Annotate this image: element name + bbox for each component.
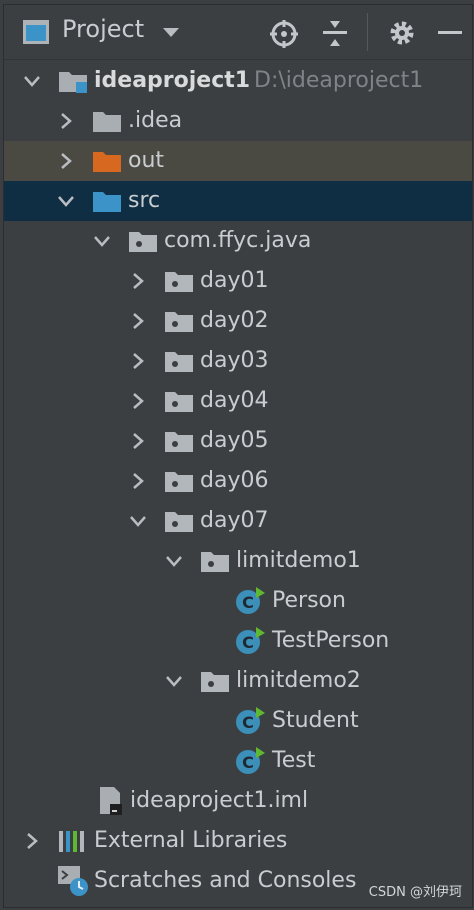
tree-row-class-test[interactable]: C Test — [4, 741, 472, 781]
package-label: day07 — [200, 508, 269, 533]
folder-label: .idea — [128, 108, 183, 133]
tree-row-out[interactable]: out — [4, 141, 472, 181]
chevron-down-icon[interactable] — [164, 551, 184, 571]
package-icon — [165, 272, 193, 292]
tree-row-package[interactable]: com.ffyc.java — [4, 221, 472, 261]
chevron-down-icon[interactable] — [92, 231, 112, 251]
package-icon — [201, 552, 229, 572]
tree-row-class-testperson[interactable]: C TestPerson — [4, 621, 472, 661]
chevron-down-icon[interactable] — [128, 511, 148, 531]
package-label: day02 — [200, 308, 269, 333]
tree-row-day04[interactable]: day04 — [4, 381, 472, 421]
package-icon — [165, 432, 193, 452]
folder-icon — [93, 112, 121, 132]
package-label: day03 — [200, 348, 269, 373]
class-label: TestPerson — [272, 628, 390, 653]
chevron-right-icon[interactable] — [22, 831, 42, 851]
tree-row-day06[interactable]: day06 — [4, 461, 472, 501]
scratches-icon — [58, 866, 88, 896]
source-folder-icon — [93, 192, 121, 212]
tree-row-day03[interactable]: day03 — [4, 341, 472, 381]
folder-label: out — [128, 148, 165, 173]
chevron-right-icon[interactable] — [128, 271, 148, 291]
svg-text:C: C — [242, 713, 254, 732]
tree-row-idea[interactable]: .idea — [4, 101, 472, 141]
package-label: day05 — [200, 428, 269, 453]
package-icon — [165, 512, 193, 532]
tree-row-day07[interactable]: day07 — [4, 501, 472, 541]
locate-crosshair-icon[interactable] — [269, 19, 299, 49]
package-icon — [165, 312, 193, 332]
chevron-down-icon[interactable] — [22, 71, 42, 91]
chevron-right-icon[interactable] — [56, 111, 76, 131]
chevron-right-icon[interactable] — [128, 311, 148, 331]
package-label: limitdemo2 — [236, 668, 361, 693]
chevron-right-icon[interactable] — [56, 151, 76, 171]
tree-row-iml[interactable]: ideaproject1.iml — [4, 781, 472, 821]
root-project-path: D:\ideaproject1 — [254, 68, 424, 93]
project-view-title[interactable]: Project — [62, 15, 144, 43]
collapse-all-icon[interactable] — [321, 19, 349, 49]
watermark-text: CSDN @刘伊珂 — [368, 885, 462, 900]
svg-text:C: C — [242, 633, 254, 652]
chevron-down-icon[interactable] — [162, 27, 180, 39]
project-window-icon — [23, 20, 49, 44]
project-toolbar: Project — [4, 5, 472, 60]
package-icon — [165, 392, 193, 412]
chevron-down-icon[interactable] — [164, 671, 184, 691]
chevron-right-icon[interactable] — [128, 351, 148, 371]
package-label: com.ffyc.java — [164, 228, 312, 253]
java-class-icon: C — [236, 707, 265, 734]
package-label: limitdemo1 — [236, 548, 361, 573]
gear-icon[interactable] — [388, 19, 416, 47]
tree-row-day01[interactable]: day01 — [4, 261, 472, 301]
tree-row-class-person[interactable]: C Person — [4, 581, 472, 621]
chevron-down-icon[interactable] — [56, 191, 76, 211]
file-label: ideaproject1.iml — [130, 788, 309, 813]
package-icon — [165, 472, 193, 492]
chevron-right-icon[interactable] — [128, 391, 148, 411]
tree-row-day05[interactable]: day05 — [4, 421, 472, 461]
package-icon — [165, 352, 193, 372]
java-class-icon: C — [236, 747, 265, 774]
tree-row-limitdemo2[interactable]: limitdemo2 — [4, 661, 472, 701]
class-label: Person — [272, 588, 346, 613]
project-panel: Project ideaproject1 D:\ideaproject1 .id… — [3, 4, 473, 908]
module-folder-icon — [59, 72, 87, 93]
iml-file-icon — [100, 787, 122, 815]
svg-text:C: C — [242, 593, 254, 612]
class-label: Student — [272, 708, 359, 733]
toolbar-separator — [367, 13, 368, 51]
package-label: day01 — [200, 268, 269, 293]
tree-row-class-student[interactable]: C Student — [4, 701, 472, 741]
package-icon — [201, 672, 229, 692]
folder-label: src — [128, 188, 161, 213]
excluded-folder-icon — [93, 152, 121, 172]
hide-panel-icon[interactable] — [438, 31, 462, 35]
tree-row-external-libraries[interactable]: External Libraries — [4, 821, 472, 861]
external-libraries-label: External Libraries — [94, 828, 288, 853]
chevron-right-icon[interactable] — [128, 471, 148, 491]
scratches-label: Scratches and Consoles — [94, 868, 357, 893]
class-label: Test — [272, 748, 316, 773]
package-icon — [129, 232, 157, 252]
java-class-icon: C — [236, 627, 265, 654]
tree-row-root[interactable]: ideaproject1 D:\ideaproject1 — [4, 61, 472, 101]
package-label: day06 — [200, 468, 269, 493]
library-icon — [59, 831, 84, 852]
chevron-right-icon[interactable] — [128, 431, 148, 451]
package-label: day04 — [200, 388, 269, 413]
root-project-name: ideaproject1 — [94, 68, 251, 93]
java-class-icon: C — [236, 587, 265, 614]
tree-row-limitdemo1[interactable]: limitdemo1 — [4, 541, 472, 581]
tree-row-day02[interactable]: day02 — [4, 301, 472, 341]
svg-text:C: C — [242, 753, 254, 772]
tree-row-src[interactable]: src — [4, 181, 472, 221]
